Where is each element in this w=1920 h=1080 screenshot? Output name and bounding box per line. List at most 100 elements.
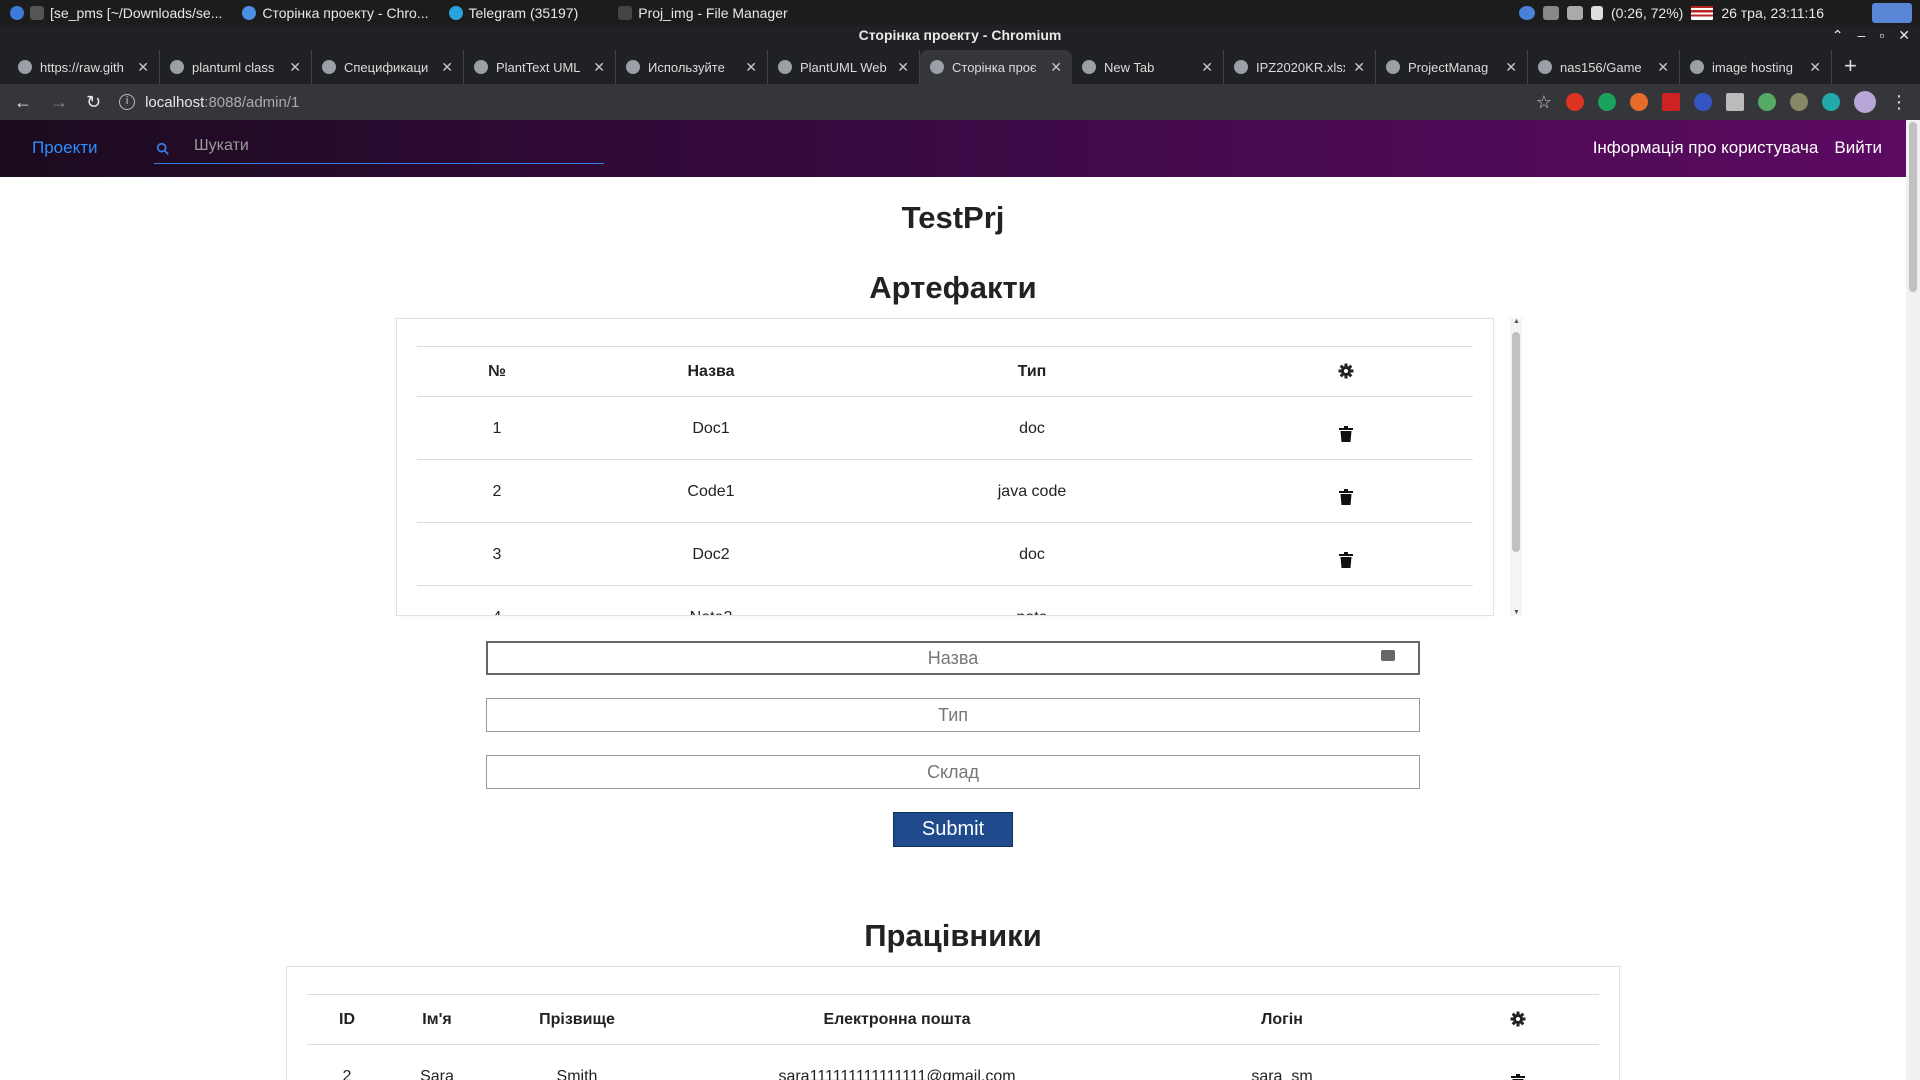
logout-link[interactable]: Вийти [1834,138,1882,158]
delete-artifact-button[interactable] [1219,585,1473,616]
page-scrollbar[interactable] [1906,120,1920,1080]
browser-tab[interactable]: ProjectManag ✕ [1376,50,1528,84]
favicon-icon [1386,60,1400,74]
taskbar-item-terminal[interactable]: [se_pms [~/Downloads/se... [0,0,232,25]
search-input[interactable] [194,132,594,160]
artifact-name-field[interactable] [486,641,1420,675]
menu-dots-icon[interactable]: ⋮ [1890,92,1908,113]
taskbar-item-label: Proj_img - File Manager [638,4,788,21]
delete-worker-button[interactable] [1437,1044,1599,1080]
browser-tab[interactable]: plantuml class ✕ [160,50,312,84]
address-bar[interactable]: i localhost:8088/admin/1 [119,94,299,111]
tab-close-icon[interactable]: ✕ [745,59,757,76]
browser-tab[interactable]: New Tab ✕ [1072,50,1224,84]
extension-orange-icon[interactable] [1630,93,1648,111]
artifacts-scroll-thumb[interactable] [1512,332,1520,552]
forward-icon[interactable]: → [50,92,68,113]
trash-icon[interactable] [1339,614,1353,616]
browser-tab[interactable]: image hosting ✕ [1680,50,1832,84]
avatar[interactable] [1854,91,1876,113]
keyboard-icon[interactable] [1381,650,1395,661]
tab-close-icon[interactable]: ✕ [1657,59,1669,76]
teal-extension-icon[interactable] [1822,93,1840,111]
back-icon[interactable]: ← [14,92,32,113]
close-icon[interactable]: ✕ [1898,25,1910,46]
trash-icon[interactable] [1511,1073,1525,1080]
chevron-up-icon[interactable]: ⌃ [1832,25,1844,46]
wifi-icon[interactable] [1590,5,1603,20]
scroll-up-icon[interactable]: ▲ [1513,318,1520,325]
workspace-icon[interactable] [1872,2,1912,23]
tab-close-icon[interactable]: ✕ [1505,59,1517,76]
new-tab-button[interactable]: + [1832,50,1869,84]
more-extension-icon[interactable] [1758,93,1776,111]
scroll-down-icon[interactable]: ▼ [1513,609,1520,616]
browser-tab[interactable]: Используйте ✕ [616,50,768,84]
tab-close-icon[interactable]: ✕ [289,59,301,76]
artifact-num: 4 [417,585,577,615]
browser-tab[interactable]: nas156/Game ✕ [1528,50,1680,84]
col-header-email: Електронна пошта [667,994,1127,1045]
k-extension-icon[interactable] [1694,93,1712,111]
adblock-icon[interactable] [1566,93,1584,111]
tab-close-icon[interactable]: ✕ [593,59,605,76]
extension-gray-icon[interactable] [1726,93,1744,111]
artifacts-scrollbar[interactable]: ▲ ▼ [1510,318,1522,616]
taskbar-item-chromium[interactable]: Сторінка проекту - Chro... [232,0,438,25]
browser-toolbar: ← → ↻ i localhost:8088/admin/1 ☆ ⋮ [0,84,1920,120]
minimize-icon[interactable]: – [1858,25,1866,46]
artifact-name: Doc2 [577,522,845,586]
gear-icon[interactable] [1338,363,1354,379]
scrollbar-thumb[interactable] [1909,122,1917,292]
info-icon[interactable]: i [119,94,136,110]
nav-projects-link[interactable]: Проекти [32,138,98,158]
tab-label: PlantUML Web [800,59,887,75]
owl-extension-icon[interactable] [1790,93,1808,111]
submit-button[interactable]: Submit [893,812,1013,847]
delete-artifact-button[interactable] [1219,459,1473,523]
trash-icon[interactable] [1339,551,1353,568]
artifact-type-field[interactable] [486,698,1420,732]
tab-close-icon[interactable]: ✕ [897,59,909,76]
delete-artifact-button[interactable] [1219,522,1473,586]
network-tray-icon[interactable] [1542,5,1559,20]
window-title: Сторінка проекту - Chromium [858,27,1062,43]
taskbar-item-telegram[interactable]: Telegram (35197) [439,0,589,25]
browser-tab[interactable]: PlantText UML ✕ [464,50,616,84]
table-row: 2 Code1 java code [417,459,1473,523]
pdf-icon[interactable] [1662,93,1680,111]
favicon-icon [322,60,336,74]
tab-close-icon[interactable]: ✕ [1353,59,1365,76]
tab-close-icon[interactable]: ✕ [441,59,453,76]
extensions-bar: ☆ ⋮ [1536,84,1908,120]
browser-tab[interactable]: PlantUML Web ✕ [768,50,920,84]
tab-close-icon[interactable]: ✕ [1050,59,1062,76]
artifact-type: doc [845,522,1219,586]
artifact-type: note [845,585,1219,615]
volume-tray-icon[interactable] [1566,5,1583,20]
browser-tab[interactable]: Сторінка проє ✕ [920,50,1072,84]
trash-icon[interactable] [1339,425,1353,442]
gear-icon[interactable] [1510,1011,1526,1027]
os-taskbar: [se_pms [~/Downloads/se... Сторінка прое… [0,0,1920,25]
bookmark-star-icon[interactable]: ☆ [1536,92,1552,113]
taskbar-item-filemanager[interactable]: Proj_img - File Manager [608,0,797,25]
project-title: TestPrj [901,200,1005,235]
artifact-content-field[interactable] [486,755,1420,789]
grammarly-icon[interactable] [1598,93,1616,111]
trash-icon[interactable] [1339,488,1353,505]
favicon-icon [1690,60,1704,74]
delete-artifact-button[interactable] [1219,396,1473,460]
browser-tab[interactable]: https://raw.gith ✕ [8,50,160,84]
browser-tab[interactable]: Спецификаци ✕ [312,50,464,84]
tab-close-icon[interactable]: ✕ [1809,59,1821,76]
browser-tab[interactable]: IPZ2020KR.xlsx ✕ [1224,50,1376,84]
us-flag-icon[interactable] [1691,5,1714,20]
user-info-link[interactable]: Інформація про користувача [1593,138,1819,158]
tab-close-icon[interactable]: ✕ [1201,59,1213,76]
artifact-num: 3 [417,522,577,586]
reload-icon[interactable]: ↻ [86,92,101,113]
maximize-icon[interactable]: ▫ [1879,25,1884,46]
chrome-tray-icon[interactable] [1518,5,1535,20]
tab-close-icon[interactable]: ✕ [137,59,149,76]
